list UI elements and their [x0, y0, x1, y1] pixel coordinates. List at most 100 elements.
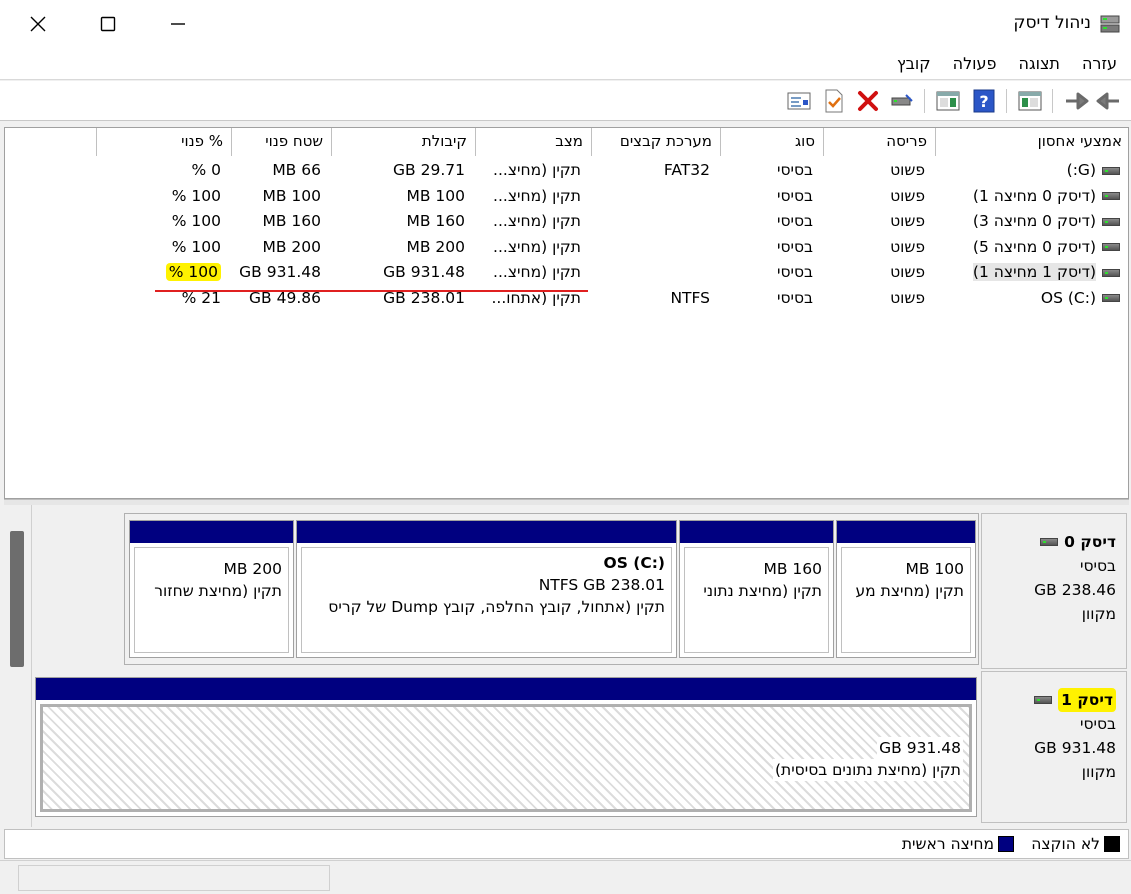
column-header-percent-free[interactable]: % פנוי [96, 128, 231, 156]
cell-volume: (G:) [935, 158, 1128, 183]
minimize-button[interactable] [152, 6, 204, 42]
menu-file[interactable]: קובץ [897, 54, 931, 73]
partition-status: תקין (מחיצת מע [855, 582, 964, 600]
disk-1-state: מקוון [1081, 763, 1116, 781]
cell-layout: פשוט [823, 158, 935, 183]
cell-status-text: תקין (מחיצ... [493, 237, 581, 256]
minimize-icon [171, 23, 185, 25]
volume-list: אמצעי אחסון פריסה סוג מערכת קבצים מצב קי… [4, 127, 1129, 499]
table-row[interactable]: (דיסק 0 מחיצה 3) פשוט בסיסי תקין (מחיצ... 16… [5, 209, 1128, 234]
primary-partition-bar [680, 521, 833, 543]
cell-filesystem: FAT32 [591, 158, 720, 183]
cell-layout: פשוט [823, 260, 935, 285]
menu-view[interactable]: תצוגה [1019, 54, 1060, 73]
maximize-button[interactable] [82, 6, 134, 42]
menu-help[interactable]: עזרה [1082, 54, 1117, 73]
cell-status-text: תקין (מחיצ... [493, 212, 581, 230]
cell-volume: (דיסק 0 מחיצה 3) [935, 209, 1128, 234]
cell-percent-free: 0 % [96, 158, 231, 183]
disk-0-partition-os-c[interactable]: OS (C:) 238.01 NTFS GB תקין (אתחול, קובץ… [296, 520, 677, 658]
cell-layout: פשוט [823, 286, 935, 311]
partition-size: 931.48 GB [877, 737, 963, 759]
volume-name: (דיסק 1 מחיצה 1) [972, 263, 1096, 281]
disk-0-size: 238.46 GB [1034, 581, 1116, 599]
disk-graphical-view: דיסק 0 בסיסי 238.46 GB מקוון 100 MB תקין… [4, 505, 1129, 827]
forward-button[interactable] [1063, 87, 1091, 115]
back-button[interactable] [1094, 87, 1122, 115]
check-button[interactable] [820, 87, 848, 115]
volume-name: OS (C:) [1040, 288, 1096, 307]
scrollbar-thumb[interactable] [10, 531, 24, 667]
cell-percent-free-text: 100 % [171, 237, 221, 256]
cell-layout-text: פשוט [890, 212, 925, 230]
properties-icon [936, 91, 960, 111]
cell-filesystem-text: NTFS [670, 288, 710, 307]
disk-0-partitions: 100 MB תקין (מחיצת מע 160 MB תקין (מחיצת… [124, 513, 979, 665]
partition-size: 160 MB [763, 560, 822, 578]
settings-list-button[interactable] [785, 87, 813, 115]
column-header-filesystem[interactable]: מערכת קבצים [591, 128, 720, 156]
cell-capacity-text: 100 MB [406, 186, 465, 205]
vertical-scrollbar[interactable] [4, 505, 32, 827]
cell-percent-free-text: 0 % [191, 161, 221, 179]
cell-status: תקין (מחיצ... [475, 209, 591, 234]
primary-partition-bar [130, 521, 293, 543]
table-row[interactable]: (G:) פשוט בסיסי FAT32 תקין (מחיצ... 29.71 GB 6… [5, 158, 1128, 183]
cell-filesystem [591, 209, 720, 234]
properties-button[interactable] [934, 87, 962, 115]
cell-volume: (דיסק 0 מחיצה 1) [935, 184, 1128, 209]
connect-disk-button[interactable] [888, 87, 916, 115]
volume-drive-icon [1102, 192, 1120, 200]
title-bar: ניהול דיסק [0, 0, 1131, 48]
disk-0-partition-1[interactable]: 100 MB תקין (מחיצת מע [836, 520, 976, 658]
disk-connect-icon [891, 94, 913, 106]
window-title: ניהול דיסק [1013, 13, 1091, 33]
cell-filesystem-text: FAT32 [663, 161, 710, 179]
column-header-status[interactable]: מצב [475, 128, 591, 156]
legend-unallocated-label: לא הוקצה [1031, 835, 1100, 853]
column-header-type[interactable]: סוג [720, 128, 823, 156]
cell-layout-text: פשוט [890, 186, 925, 205]
cell-status: תקין (מחיצ... [475, 158, 591, 183]
cell-capacity-text: 160 MB [406, 212, 465, 230]
table-row[interactable]: (דיסק 0 מחיצה 5) פשוט בסיסי תקין (מחיצ... 20… [5, 235, 1128, 260]
partition-size: 100 MB [905, 560, 964, 578]
cell-free-space: 66 MB [231, 158, 331, 183]
disk-1-partition-1[interactable]: 931.48 GB תקין (מחיצת נתונים בסיסית) [35, 677, 977, 817]
disk-1-label[interactable]: דיסק 1 בסיסי 931.48 GB מקוון [981, 671, 1127, 823]
cell-filesystem: NTFS [591, 286, 720, 311]
cell-type-text: בסיסי [776, 212, 813, 230]
volume-drive-icon [1102, 294, 1120, 302]
cell-free-space: 931.48 GB [231, 260, 331, 285]
disk-0-label[interactable]: דיסק 0 בסיסי 238.46 GB מקוון [981, 513, 1127, 669]
red-underline-annotation [155, 290, 588, 292]
help-button[interactable]: ? [970, 87, 998, 115]
show-hide-pane-button[interactable] [1016, 87, 1044, 115]
column-header-free-space[interactable]: שטח פנוי [231, 128, 331, 156]
cell-percent-free: 100 % [96, 260, 231, 285]
column-header-capacity[interactable]: קיבולת [331, 128, 475, 156]
cell-free-space-text: 931.48 GB [239, 263, 321, 281]
cell-status: תקין (מחיצ... [475, 235, 591, 260]
cell-layout-text: פשוט [890, 263, 925, 281]
cell-free-space: 200 MB [231, 235, 331, 260]
cell-volume: (דיסק 1 מחיצה 1) [935, 260, 1128, 285]
volume-name: (G:) [1066, 161, 1096, 179]
menu-action[interactable]: פעולה [953, 54, 997, 73]
column-header-empty [5, 128, 96, 156]
cell-type: בסיסי [720, 286, 823, 311]
disk-0-partition-5[interactable]: 200 MB תקין (מחיצת שחזור [129, 520, 294, 658]
disk-1-type: בסיסי [1079, 715, 1116, 733]
close-button[interactable] [12, 6, 64, 42]
status-pane [18, 865, 330, 891]
cell-status-text: תקין (מחיצ... [493, 161, 581, 179]
table-row[interactable]: (דיסק 0 מחיצה 1) פשוט בסיסי תקין (מחיצ... 10… [5, 184, 1128, 209]
column-header-layout[interactable]: פריסה [823, 128, 935, 156]
delete-button[interactable] [854, 87, 882, 115]
disk-0-partition-3[interactable]: 160 MB תקין (מחיצת נתוני [679, 520, 834, 658]
partition-status: תקין (מחיצת נתונים בסיסית) [772, 759, 963, 781]
cell-free-space-text: 160 MB [262, 212, 321, 230]
volume-drive-icon [1102, 217, 1120, 226]
table-row[interactable]: (דיסק 1 מחיצה 1) פשוט בסיסי תקין (מחיצ... 93… [5, 260, 1128, 285]
column-header-volume[interactable]: אמצעי אחסון [935, 128, 1128, 156]
